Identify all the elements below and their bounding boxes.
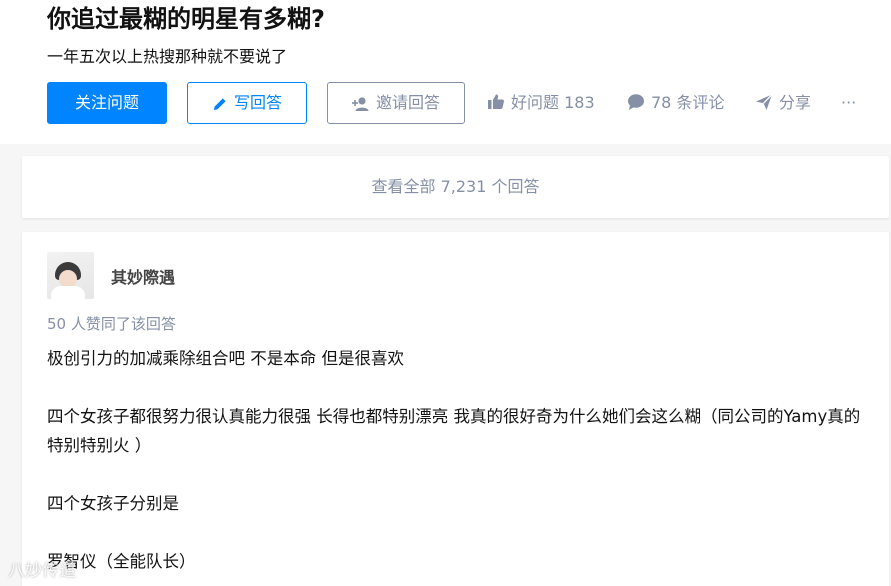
author-name[interactable]: 其妙際遇 bbox=[111, 264, 175, 288]
pencil-icon bbox=[212, 96, 228, 112]
watermark-text: 八妙传道 bbox=[8, 561, 76, 581]
more-options-button[interactable]: ··· bbox=[841, 82, 856, 124]
share-button[interactable]: 分享 bbox=[755, 82, 811, 124]
good-question-label: 好问题 183 bbox=[511, 93, 595, 112]
view-all-answers-label: 查看全部 7,231 个回答 bbox=[371, 177, 540, 196]
good-question-button[interactable]: 好问题 183 bbox=[487, 82, 595, 124]
thumbs-up-icon bbox=[487, 93, 505, 111]
invite-answer-label: 邀请回答 bbox=[375, 93, 440, 112]
follow-question-button[interactable]: 关注问题 bbox=[47, 82, 167, 124]
question-header: 你追过最糊的明星有多糊? 一年五次以上热搜那种就不要说了 关注问题 写回答 邀请… bbox=[0, 0, 891, 144]
view-all-answers-button[interactable]: 查看全部 7,231 个回答 bbox=[22, 156, 889, 218]
write-answer-label: 写回答 bbox=[233, 93, 282, 112]
answer-paragraph bbox=[47, 460, 867, 489]
follow-question-label: 关注问题 bbox=[74, 93, 139, 112]
add-user-icon bbox=[351, 96, 370, 112]
question-title[interactable]: 你追过最糊的明星有多糊? bbox=[47, 2, 325, 36]
comments-label: 78 条评论 bbox=[651, 93, 725, 112]
answer-paragraph: 极创引力的加减乘除组合吧 不是本命 但是很喜欢 bbox=[47, 349, 404, 368]
answer-paragraph: 罗智仪（全能队长） bbox=[47, 552, 196, 571]
comments-button[interactable]: 78 条评论 bbox=[627, 82, 724, 124]
question-description: 一年五次以上热搜那种就不要说了 bbox=[47, 47, 288, 66]
paper-plane-icon bbox=[755, 93, 773, 111]
answer-content: 极创引力的加减乘除组合吧 不是本命 但是很喜欢 四个女孩子都很努力很认真能力很强… bbox=[47, 344, 867, 576]
answer-paragraph bbox=[47, 373, 867, 402]
more-options-icon: ··· bbox=[841, 93, 857, 112]
answer-paragraph: 四个女孩子都很努力很认真能力很强 长得也都特别漂亮 我真的很好奇为什么她们会这么… bbox=[47, 407, 861, 455]
share-label: 分享 bbox=[779, 93, 812, 112]
watermark: 八妙传道 bbox=[8, 556, 76, 581]
answer-paragraph: 四个女孩子分别是 bbox=[47, 494, 179, 513]
answer-card: 其妙際遇 50 人赞同了该回答 极创引力的加减乘除组合吧 不是本命 但是很喜欢 … bbox=[22, 232, 889, 586]
invite-answer-button[interactable]: 邀请回答 bbox=[327, 82, 465, 124]
answer-paragraph bbox=[47, 518, 867, 547]
avatar[interactable] bbox=[47, 252, 94, 299]
comment-icon bbox=[627, 93, 645, 111]
vote-count-text: 50 人赞同了该回答 bbox=[47, 315, 176, 333]
question-actions: 关注问题 写回答 邀请回答 好问题 183 78 条评论 分享 ··· bbox=[47, 82, 877, 124]
write-answer-button[interactable]: 写回答 bbox=[187, 82, 307, 124]
